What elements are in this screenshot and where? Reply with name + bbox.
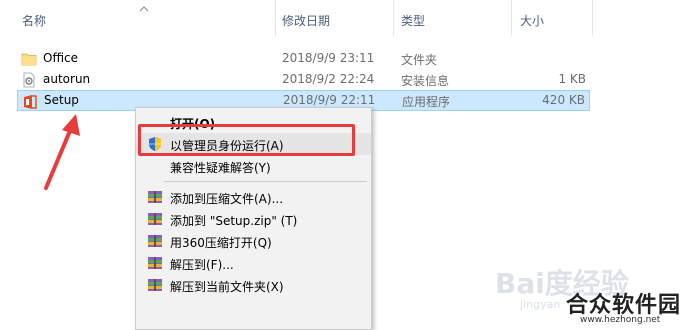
menu-item-add-archive[interactable]: 添加到压缩文件(A)... xyxy=(136,186,371,208)
menu-item-open-360[interactable]: 用360压缩打开(Q) xyxy=(136,230,371,252)
menu-item-extract-to[interactable]: 解压到(F)... xyxy=(136,252,371,274)
menu-item-extract-here[interactable]: 解压到当前文件夹(X) xyxy=(136,274,371,296)
column-type[interactable]: 类型 xyxy=(401,12,425,29)
archive-icon xyxy=(148,213,162,225)
menu-item-label: 用360压缩打开(Q) xyxy=(170,236,272,250)
annotation-arrow-icon xyxy=(44,114,80,190)
column-divider[interactable] xyxy=(592,0,593,36)
menu-item-label: 解压到(F)... xyxy=(170,258,234,272)
settings-file-icon xyxy=(23,72,35,88)
menu-item-label: 添加到压缩文件(A)... xyxy=(170,192,284,206)
file-type: 文件夹 xyxy=(401,53,438,67)
file-type: 安装信息 xyxy=(401,74,450,88)
baidu-watermark-sub: jingyan xyxy=(520,298,561,311)
highlight-box xyxy=(138,124,355,156)
column-divider[interactable] xyxy=(511,0,512,36)
menu-item-add-zip[interactable]: 添加到 "Setup.zip" (T) xyxy=(136,208,371,230)
folder-icon xyxy=(21,53,37,66)
menu-item-label: 兼容性疑难解答(Y) xyxy=(170,161,271,175)
file-row-office[interactable]: Office 2018/9/9 23:11 文件夹 xyxy=(17,48,590,69)
menu-item-label: 添加到 "Setup.zip" (T) xyxy=(170,214,298,228)
file-date: 2018/9/9 22:11 xyxy=(283,93,376,107)
column-size[interactable]: 大小 xyxy=(520,12,544,29)
column-date[interactable]: 修改日期 xyxy=(282,12,330,29)
file-name: Setup xyxy=(44,93,79,107)
menu-separator xyxy=(164,181,367,182)
office-setup-icon xyxy=(24,95,37,109)
column-name[interactable]: 名称 xyxy=(22,12,46,29)
column-divider[interactable] xyxy=(275,0,276,36)
file-date: 2018/9/9 23:11 xyxy=(282,51,375,65)
archive-icon xyxy=(148,279,162,291)
file-type: 应用程序 xyxy=(402,95,451,109)
file-date: 2018/9/2 22:24 xyxy=(282,72,375,86)
sort-up-icon xyxy=(139,6,149,12)
file-size: 420 KB xyxy=(542,93,585,107)
file-row-autorun[interactable]: autorun 2018/9/2 22:24 安装信息 1 KB xyxy=(17,69,590,90)
archive-icon xyxy=(148,235,162,247)
menu-item-label: 解压到当前文件夹(X) xyxy=(170,280,284,294)
file-name: Office xyxy=(43,51,79,65)
column-header: 名称 修改日期 类型 大小 xyxy=(0,0,690,36)
column-divider[interactable] xyxy=(393,0,394,36)
brand-url: www.hezhong.net xyxy=(580,315,661,325)
menu-item-troubleshoot[interactable]: 兼容性疑难解答(Y) xyxy=(136,155,371,177)
archive-icon xyxy=(148,191,162,203)
file-size: 1 KB xyxy=(558,72,586,86)
archive-icon xyxy=(148,257,162,269)
file-name: autorun xyxy=(43,72,91,86)
